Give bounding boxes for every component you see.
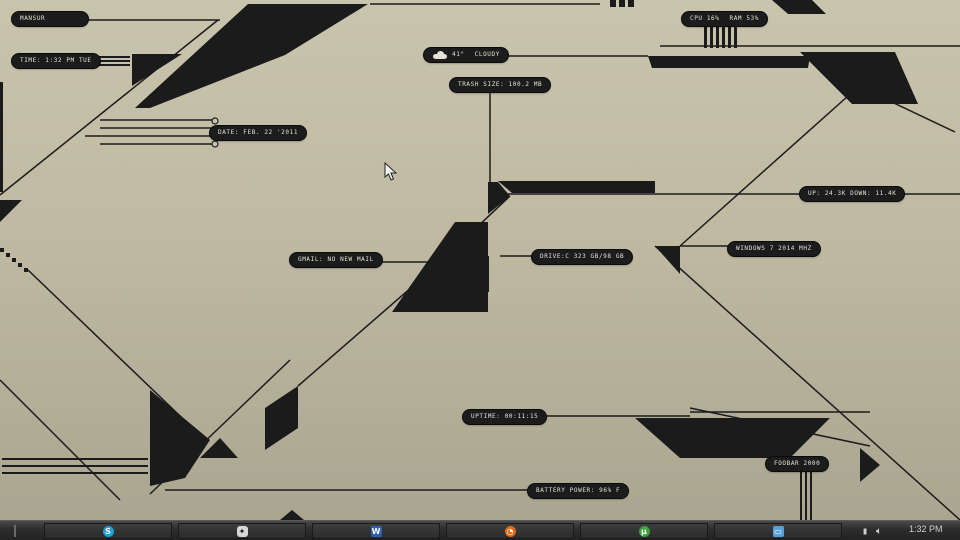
- weather-widget: 41° CLOUDY: [424, 48, 508, 62]
- start-button[interactable]: [14, 525, 24, 537]
- taskbar-button-word[interactable]: W: [312, 523, 440, 539]
- time-widget: TIME: 1:32 PM TUE: [12, 54, 100, 68]
- foobar-widget: FOOBAR 2000: [766, 457, 829, 471]
- taskbar-button-ninja[interactable]: ✦: [178, 523, 306, 539]
- mouse-cursor-icon: [384, 162, 398, 181]
- battery-widget: BATTERY POWER: 96% F: [528, 484, 629, 498]
- date-widget: DATE: FEB. 22 '2011: [210, 126, 307, 140]
- taskbar-clock[interactable]: 1:32 PM: [909, 524, 943, 534]
- word-icon: W: [370, 525, 382, 537]
- volume-icon[interactable]: 🔈︎: [876, 526, 882, 537]
- cpu-ram-widget: CPU 16% RAM 53%: [682, 12, 767, 26]
- power-icon[interactable]: ▮: [862, 526, 868, 537]
- network-widget: UP: 24.3K DOWN: 11.4K: [800, 187, 905, 201]
- taskbar: S ✦ W ◔ µ ▭ ▮ 🔈︎ 1:32 PM: [0, 520, 960, 540]
- weather-condition: CLOUDY: [474, 51, 500, 58]
- taskbar-button-computer[interactable]: ▭: [714, 523, 842, 539]
- cpu-usage: CPU 16%: [690, 15, 720, 22]
- utorrent-icon: µ: [638, 525, 650, 537]
- taskbar-button-firefox[interactable]: ◔: [446, 523, 574, 539]
- uptime-widget: UPTIME: 00:11:15: [463, 410, 547, 424]
- gmail-widget: GMAIL: NO NEW MAIL: [290, 253, 382, 267]
- firefox-icon: ◔: [504, 525, 516, 537]
- taskbar-button-skype[interactable]: S: [44, 523, 172, 539]
- skype-icon: S: [102, 525, 114, 537]
- system-tray: ▮ 🔈︎: [862, 523, 882, 539]
- trash-size-widget: TRASH SIZE: 100.2 MB: [450, 78, 551, 92]
- drive-widget: DRIVE:C 323 GB/98 GB: [532, 250, 633, 264]
- taskbar-button-utorrent[interactable]: µ: [580, 523, 708, 539]
- ram-usage: RAM 53%: [729, 15, 759, 22]
- weather-temp: 41°: [452, 51, 465, 58]
- cloud-icon: [432, 50, 448, 59]
- desktop: MANSUR TIME: 1:32 PM TUE 41° CLOUDY TRASH…: [0, 0, 960, 520]
- os-widget: WINDOWS 7 2014 MHZ: [728, 242, 820, 256]
- username-label: MANSUR: [12, 12, 88, 26]
- ninja-icon: ✦: [236, 525, 248, 537]
- monitor-icon: ▭: [772, 525, 784, 537]
